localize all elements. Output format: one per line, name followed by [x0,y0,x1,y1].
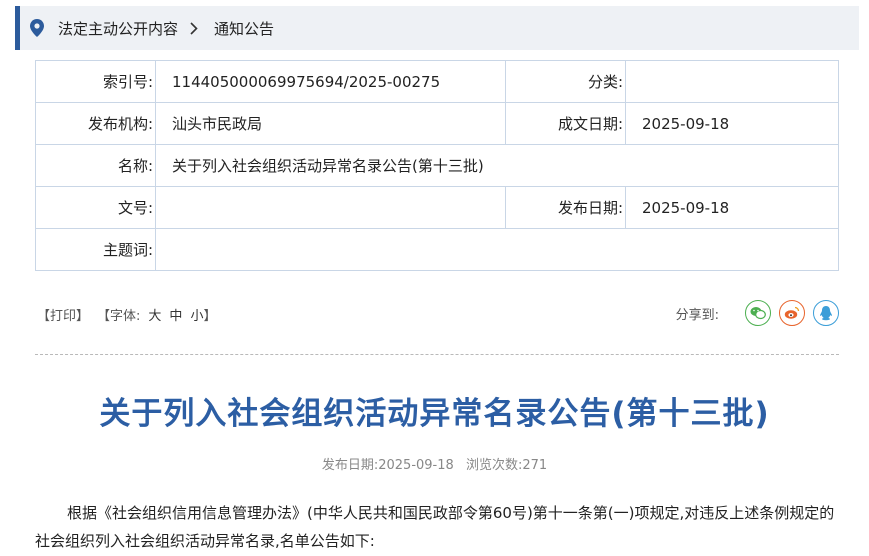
share-bar: 分享到: [676,300,839,326]
breadcrumb-item-notices[interactable]: 通知公告 [214,18,274,39]
font-medium-button[interactable]: 中 [169,305,182,324]
font-large-button[interactable]: 大 [148,305,161,324]
page-tools: 【打印】 【字体: 大 中 小 】 [37,305,216,324]
table-row: 名称: 关于列入社会组织活动异常名录公告(第十三批) [35,144,839,187]
publisher-label: 发布机构: [35,102,156,145]
chevron-right-icon [190,21,200,35]
dashed-divider [35,354,839,355]
doc-no-label: 文号: [35,186,156,229]
wechat-icon[interactable] [745,300,771,326]
created-date-value: 2025-09-18 [625,102,839,145]
category-label: 分类: [505,60,626,103]
publisher-value: 汕头市民政局 [155,102,506,145]
font-size-prefix: 【字体: [97,309,141,324]
index-no-label: 索引号: [35,60,156,103]
table-row: 文号: 发布日期: 2025-09-18 [35,186,839,229]
publish-date-label: 发布日期: [505,186,626,229]
document-meta-table: 索引号: 114405000069975694/2025-00275 分类: 发… [35,60,839,271]
category-value [625,60,839,103]
publish-date-value: 2025-09-18 [625,186,839,229]
article-title: 关于列入社会组织活动异常名录公告(第十三批) [99,396,770,432]
publish-date-label: 发布日期: [321,458,379,473]
table-row: 索引号: 114405000069975694/2025-00275 分类: [35,60,839,103]
table-row: 主题词: [35,228,839,271]
breadcrumb-item-public-content[interactable]: 法定主动公开内容 [58,18,178,39]
views-label: 浏览次数: [465,458,523,473]
qq-icon[interactable] [813,300,839,326]
font-small-button[interactable]: 小 [190,305,203,324]
print-button[interactable]: 【打印】 [37,305,89,324]
font-size-suffix: 】 [203,309,217,324]
name-value: 关于列入社会组织活动异常名录公告(第十三批) [155,144,839,187]
weibo-icon[interactable] [779,300,805,326]
keywords-value [155,228,839,271]
location-pin-icon [30,19,44,37]
name-label: 名称: [35,144,156,187]
index-no-value: 114405000069975694/2025-00275 [155,60,506,103]
table-row: 发布机构: 汕头市民政局 成文日期: 2025-09-18 [35,102,839,145]
views-count: 271 [522,458,548,473]
publish-date-value: 2025-09-18 [378,458,454,473]
share-label: 分享到: [675,307,719,323]
breadcrumb: 法定主动公开内容 通知公告 [15,6,859,50]
article-body: 根据《社会组织信用信息管理办法》(中华人民共和国民政部令第60号)第十一条第(一… [35,504,835,550]
created-date-label: 成文日期: [505,102,626,145]
article-publish-info: 发布日期:2025-09-18 浏览次数:271 [0,454,869,473]
keywords-label: 主题词: [35,228,156,271]
doc-no-value [155,186,506,229]
